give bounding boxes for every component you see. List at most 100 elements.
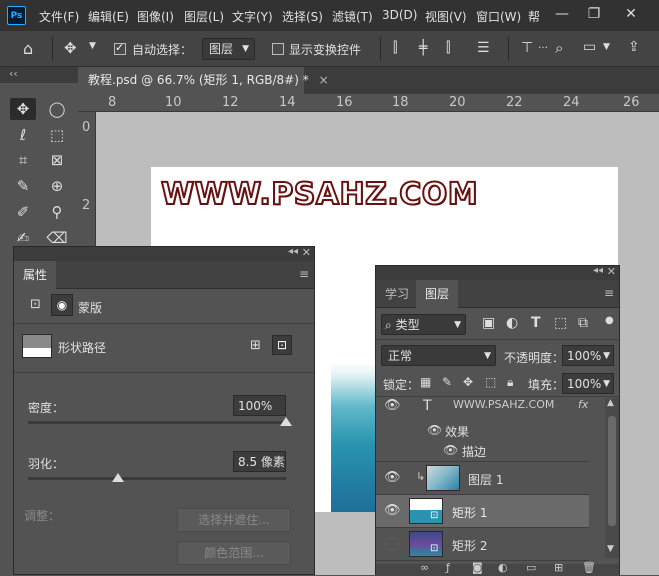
lock-transparent-icon[interactable]: ▦ [420, 375, 431, 389]
pixel-filter-icon[interactable]: ▣ [482, 315, 495, 331]
vector-mask-icon[interactable]: ◉ [51, 294, 73, 316]
density-slider-track[interactable] [28, 421, 286, 424]
collapse-icon[interactable]: ‹‹ [9, 67, 18, 80]
fx-icon[interactable]: ƒ [446, 561, 450, 574]
brush-tool-icon[interactable]: ✐ [10, 201, 36, 223]
collapse-icon[interactable]: ◂◂ [288, 246, 298, 257]
stroke-effect-row[interactable]: 👁︎ 描边 [376, 440, 589, 462]
tab-properties[interactable]: 属性 [14, 261, 57, 289]
panel-menu-icon[interactable]: ≡ [604, 286, 614, 300]
minimize-button[interactable]: — [553, 5, 571, 23]
lasso-tool-icon[interactable]: ℓ [10, 124, 36, 146]
visibility-eye-icon[interactable]: 👁︎ [427, 423, 442, 437]
layer-name[interactable]: WWW.PSAHZ.COM [453, 398, 554, 411]
blend-mode-dropdown[interactable]: 正常 ▼ [381, 345, 496, 366]
pixel-mask-icon[interactable]: ⊡ [30, 297, 41, 312]
add-mask-icon[interactable]: ⊞ [250, 338, 261, 353]
filter-toggle-icon[interactable]: ● [605, 315, 614, 326]
menu-view[interactable]: 视图(V) [425, 8, 467, 25]
marquee-tool-icon[interactable]: ◯ [44, 98, 70, 120]
lock-artboard-icon[interactable]: ⬚ [485, 375, 496, 389]
adjustment-layer-icon[interactable]: ◐ [498, 561, 508, 574]
select-and-mask-button[interactable]: 选择并遮住... [177, 508, 291, 532]
object-select-tool-icon[interactable]: ⬚ [44, 124, 70, 146]
close-window-button[interactable]: ✕ [622, 5, 640, 23]
chevron-down-icon[interactable]: ▼ [89, 41, 96, 51]
workspace-icon[interactable]: ▭ [583, 39, 596, 55]
layer-row-rect1[interactable]: 👁︎ ⊡ 矩形 1 [376, 495, 589, 528]
layer-row-layer1[interactable]: 👁︎ ↳ 图层 1 [376, 462, 589, 495]
auto-select-checkbox[interactable] [114, 41, 126, 55]
smart-object-filter-icon[interactable]: ⧉ [578, 315, 588, 331]
menu-file[interactable]: 文件(F) [39, 8, 79, 25]
scroll-up-icon[interactable]: ▲ [607, 398, 614, 408]
search-icon[interactable]: ⌕ [555, 39, 563, 57]
panel-menu-icon[interactable]: ≡ [299, 267, 309, 281]
feather-input[interactable]: 8.5 像素 [233, 451, 286, 472]
close-tab-icon[interactable]: × [319, 73, 329, 87]
color-range-button[interactable]: 颜色范围... [177, 541, 291, 565]
spot-heal-tool-icon[interactable]: ⊕ [44, 175, 70, 197]
vector-mask-edit-icon[interactable]: ⊡ [272, 335, 292, 355]
group-icon[interactable]: ▭ [526, 561, 536, 574]
visibility-eye-icon[interactable]: 👁︎ [443, 443, 458, 457]
move-tool-icon[interactable]: ✥ [10, 98, 36, 120]
shape-filter-icon[interactable]: ⬚ [554, 315, 567, 331]
menu-3d[interactable]: 3D(D) [382, 8, 417, 22]
tab-layers[interactable]: 图层 [416, 280, 459, 308]
visibility-eye-icon[interactable]: 👁︎ [384, 398, 401, 413]
align-right-icon[interactable]: ⫿ [446, 40, 450, 56]
align-center-icon[interactable]: ╪ [419, 40, 427, 56]
chevron-down-icon[interactable]: ▼ [603, 42, 610, 52]
collapse-icon[interactable]: ◂◂ [593, 265, 603, 276]
frame-tool-icon[interactable]: ⊠ [44, 149, 70, 171]
close-icon[interactable]: ✕ [302, 246, 311, 259]
effects-row[interactable]: 👁︎ 效果 [376, 420, 589, 442]
menu-window[interactable]: 窗口(W) [476, 8, 521, 25]
menu-layer[interactable]: 图层(L) [184, 8, 224, 25]
layer-name[interactable]: 矩形 1 [452, 504, 487, 521]
layer-name[interactable]: 矩形 2 [452, 537, 487, 554]
visibility-eye-icon[interactable]: 👁︎ [384, 503, 401, 518]
fill-input[interactable]: 100% ▼ [562, 373, 614, 394]
eyedropper-tool-icon[interactable]: ✎ [10, 175, 36, 197]
menu-edit[interactable]: 编辑(E) [88, 8, 129, 25]
adjustment-filter-icon[interactable]: ◐ [506, 315, 518, 331]
tab-learn[interactable]: 学习 [376, 280, 418, 308]
align-left-icon[interactable]: ⫿ [393, 40, 397, 56]
type-filter-icon[interactable]: T [531, 315, 541, 331]
menu-type[interactable]: 文字(Y) [232, 8, 273, 25]
layers-scrollbar[interactable]: ▲ ▼ [605, 398, 619, 558]
link-layers-icon[interactable]: ∞ [420, 561, 429, 574]
density-input[interactable]: 100% [233, 395, 286, 416]
show-transform-checkbox[interactable] [272, 43, 284, 55]
menu-select[interactable]: 选择(S) [282, 8, 323, 25]
layer-name[interactable]: 图层 1 [468, 471, 503, 488]
menu-image[interactable]: 图像(I) [137, 8, 174, 25]
filter-kind-dropdown[interactable]: ⌕ 类型 ▼ [381, 314, 466, 335]
new-layer-icon[interactable]: ⊞ [554, 561, 563, 574]
feather-slider-thumb[interactable] [112, 473, 125, 482]
menu-help[interactable]: 帮 [528, 8, 540, 25]
delete-icon[interactable]: 🗑︎ [582, 561, 596, 574]
distribute-icon[interactable]: ☰ [477, 40, 490, 56]
scroll-down-icon[interactable]: ▼ [607, 544, 614, 554]
layer-select-dropdown[interactable]: 图层 ▼ [202, 38, 255, 60]
visibility-toggle-off[interactable] [386, 538, 398, 550]
lock-pixels-icon[interactable]: ✎ [442, 375, 452, 389]
crop-tool-icon[interactable]: ⌗ [10, 149, 36, 171]
density-slider-thumb[interactable] [280, 417, 292, 426]
document-tab[interactable]: 教程.psd @ 66.7% (矩形 1, RGB/8#) * × [78, 67, 329, 94]
menu-filter[interactable]: 滤镜(T) [332, 8, 373, 25]
move-tool-icon[interactable]: ✥ [64, 39, 77, 57]
share-icon[interactable]: ⇪ [628, 39, 640, 55]
align-top-icon[interactable]: ⊤ [521, 40, 533, 56]
more-icon[interactable]: … [538, 40, 548, 51]
add-mask-icon[interactable]: ◙ [472, 561, 483, 574]
restore-button[interactable]: ❐ [585, 5, 603, 23]
lock-position-icon[interactable]: ✥ [463, 375, 473, 389]
home-icon[interactable]: ⌂ [23, 39, 33, 58]
layer-row-rect2[interactable]: ⊡ 矩形 2 [376, 528, 589, 561]
scrollbar-thumb[interactable] [608, 416, 616, 526]
feather-slider-track[interactable] [28, 477, 286, 480]
